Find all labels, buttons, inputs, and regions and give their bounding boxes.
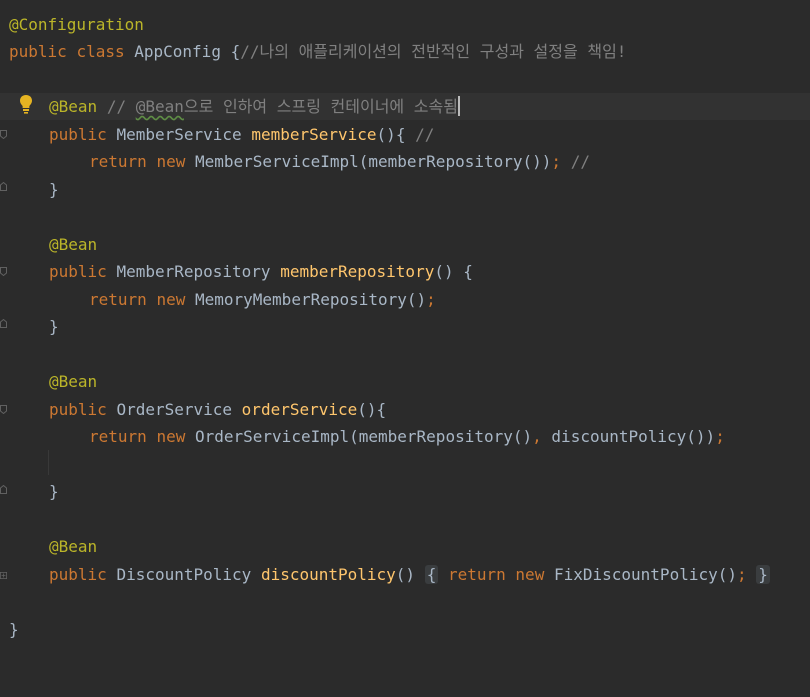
return-expression-part-2: discountPolicy()) bbox=[551, 427, 716, 446]
semicolon: ; bbox=[715, 427, 725, 446]
bean-annotation: @Bean bbox=[49, 372, 98, 391]
method-parens: () bbox=[395, 565, 416, 584]
code-line-23[interactable]: } bbox=[0, 616, 810, 643]
keyword-public: public bbox=[9, 42, 67, 61]
code-line-12[interactable]: } bbox=[0, 313, 810, 340]
return-type: MemberService bbox=[116, 125, 242, 144]
inline-comment: // bbox=[570, 152, 590, 171]
method-signature-rest: (){ bbox=[357, 400, 387, 419]
code-line-2[interactable]: public class AppConfig {//나의 애플리케이션의 전반적… bbox=[0, 38, 810, 65]
indent-guide bbox=[48, 450, 49, 475]
code-line-18[interactable]: } bbox=[0, 478, 810, 505]
bean-annotation: @Bean bbox=[49, 235, 98, 254]
keyword-new: new bbox=[156, 152, 186, 171]
code-line-20[interactable]: @Bean bbox=[0, 533, 810, 560]
code-line-5[interactable]: public MemberService memberService(){ // bbox=[0, 121, 810, 148]
class-open-brace: { bbox=[230, 42, 241, 61]
comma: , bbox=[532, 427, 542, 446]
method-name-member-repository: memberRepository bbox=[280, 262, 435, 281]
keyword-new: new bbox=[156, 427, 186, 446]
close-brace: } bbox=[49, 180, 59, 199]
code-line-9[interactable]: @Bean bbox=[0, 231, 810, 258]
fold-marker-icon[interactable] bbox=[0, 405, 7, 414]
fold-marker-icon[interactable] bbox=[0, 267, 7, 276]
return-expression-part-1: OrderServiceImpl(memberRepository() bbox=[194, 427, 533, 446]
semicolon: ; bbox=[737, 565, 747, 584]
class-comment: //나의 애플리케이션의 전반적인 구성과 설정을 책임! bbox=[240, 42, 627, 61]
keyword-new: new bbox=[156, 290, 186, 309]
method-name-member-service: memberService bbox=[251, 125, 377, 144]
fold-marker-icon[interactable] bbox=[0, 485, 7, 494]
keyword-public: public bbox=[49, 565, 107, 584]
keyword-public: public bbox=[49, 400, 107, 419]
folded-close-brace[interactable]: } bbox=[756, 565, 770, 584]
close-brace: } bbox=[49, 482, 59, 501]
keyword-new: new bbox=[515, 565, 545, 584]
bean-annotation: @Bean bbox=[49, 537, 98, 556]
code-editor[interactable]: @Configuration public class AppConfig {/… bbox=[0, 0, 810, 657]
keyword-public: public bbox=[49, 262, 107, 281]
fold-marker-icon[interactable] bbox=[0, 182, 7, 191]
code-line-21[interactable]: public DiscountPolicy discountPolicy() {… bbox=[0, 561, 810, 588]
keyword-return: return bbox=[447, 565, 506, 584]
code-line-15[interactable]: public OrderService orderService(){ bbox=[0, 396, 810, 423]
intention-bulb-icon[interactable] bbox=[19, 94, 33, 114]
bean-comment-prefix: // bbox=[106, 97, 136, 116]
return-type: OrderService bbox=[116, 400, 233, 419]
class-close-brace: } bbox=[9, 620, 19, 639]
code-line-16[interactable]: return new OrderServiceImpl(memberReposi… bbox=[0, 423, 810, 450]
keyword-return: return bbox=[89, 427, 147, 446]
code-line-10[interactable]: public MemberRepository memberRepository… bbox=[0, 258, 810, 285]
return-type: DiscountPolicy bbox=[116, 565, 252, 584]
folded-open-brace[interactable]: { bbox=[424, 565, 439, 584]
close-brace: } bbox=[49, 317, 59, 336]
bean-comment-rest: 으로 인하여 스프링 컨테이너에 소속됨 bbox=[183, 97, 458, 116]
annotation-configuration: @Configuration bbox=[9, 15, 144, 34]
method-signature-rest: (){ bbox=[376, 125, 406, 144]
return-expression: FixDiscountPolicy() bbox=[553, 565, 737, 584]
return-expression: MemoryMemberRepository() bbox=[194, 290, 427, 309]
keyword-return: return bbox=[89, 290, 147, 309]
code-line-1[interactable]: @Configuration bbox=[0, 11, 810, 38]
method-name-discount-policy: discountPolicy bbox=[260, 565, 396, 584]
fold-marker-icon[interactable] bbox=[0, 319, 7, 328]
text-caret bbox=[457, 96, 460, 116]
keyword-public: public bbox=[49, 125, 107, 144]
method-signature-rest: () { bbox=[434, 262, 473, 281]
fold-marker-icon[interactable] bbox=[0, 571, 7, 580]
code-line-11[interactable]: return new MemoryMemberRepository(); bbox=[0, 286, 810, 313]
code-line-6[interactable]: return new MemberServiceImpl(memberRepos… bbox=[0, 148, 810, 175]
method-name-order-service: orderService bbox=[241, 400, 358, 419]
bean-annotation: @Bean bbox=[49, 97, 98, 116]
code-line-7[interactable]: } bbox=[0, 176, 810, 203]
class-name: AppConfig bbox=[134, 42, 221, 61]
return-expression: MemberServiceImpl(memberRepository()) bbox=[194, 152, 552, 171]
code-line-4[interactable]: @Bean // @Bean으로 인하여 스프링 컨테이너에 소속됨 bbox=[0, 93, 810, 120]
semicolon: ; bbox=[426, 290, 436, 309]
inline-comment: // bbox=[415, 125, 435, 144]
bean-comment-underlined: @Bean bbox=[135, 97, 184, 116]
semicolon: ; bbox=[551, 152, 562, 171]
keyword-return: return bbox=[89, 152, 147, 171]
keyword-class: class bbox=[76, 42, 125, 61]
return-type: MemberRepository bbox=[116, 262, 271, 281]
fold-marker-icon[interactable] bbox=[0, 130, 7, 139]
code-line-14[interactable]: @Bean bbox=[0, 368, 810, 395]
